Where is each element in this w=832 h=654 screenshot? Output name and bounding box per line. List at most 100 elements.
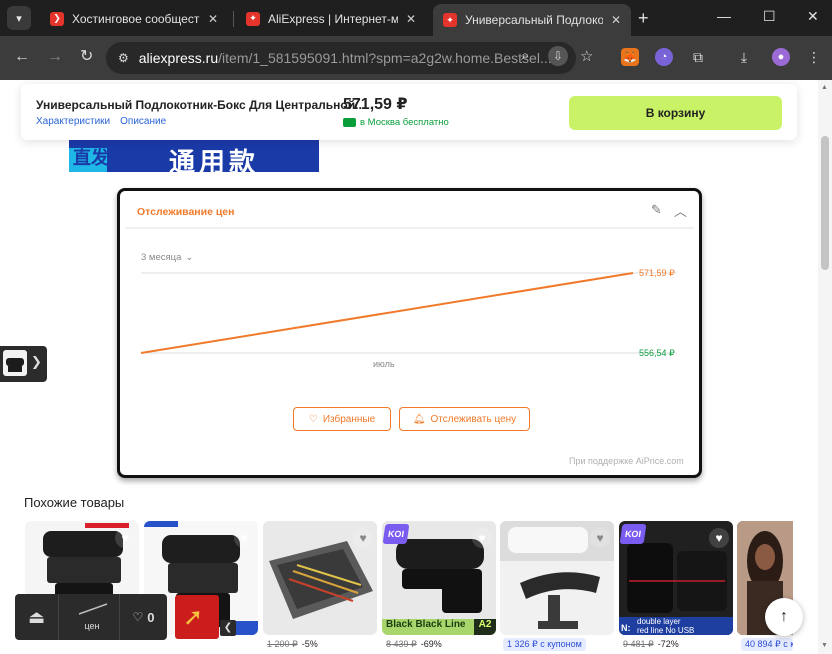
- fox-extension-icon[interactable]: 🦊: [621, 48, 639, 66]
- favorite-heart-icon[interactable]: ♥: [353, 528, 373, 548]
- kebab-menu-icon[interactable]: ⋮: [805, 48, 823, 66]
- image-text-direct: 直发: [73, 148, 109, 169]
- product-card[interactable]: KOI ♥ double layer red line No USB N:: [619, 521, 733, 635]
- product-card[interactable]: ♥: [263, 521, 377, 635]
- armrest-thumb-icon: [6, 358, 24, 372]
- product-price: 571,59 ₽: [343, 96, 408, 113]
- price-tracker-body: 3 месяца ⌄ 571,59 ₽ 556,54 ₽ июль ♡ Избр…: [125, 229, 694, 470]
- page-scrollbar[interactable]: ▲ ▼: [818, 80, 832, 654]
- add-to-cart-button[interactable]: В корзину: [569, 96, 782, 130]
- url-host: aliexpress.ru: [138, 50, 219, 66]
- tab-product[interactable]: ✦ Универсальный Подлокотн ✕: [433, 4, 631, 36]
- close-icon[interactable]: ✕: [406, 12, 416, 26]
- old-price: 8 439 ₽: [386, 639, 417, 649]
- window-close-icon[interactable]: ✕: [807, 8, 819, 25]
- browser-toolbar: ← → ↻ ⚙ aliexpress.ru /item/1_581595091.…: [0, 36, 832, 80]
- close-icon[interactable]: ✕: [611, 13, 621, 27]
- aliexpress-favicon-icon: ✦: [246, 11, 260, 26]
- close-icon[interactable]: ✕: [208, 12, 218, 26]
- link-description[interactable]: Описание: [120, 116, 166, 127]
- favorite-heart-icon[interactable]: ♥: [472, 528, 492, 548]
- bell-icon: 🔔︎: [412, 413, 426, 425]
- price-series-line: [140, 272, 634, 354]
- product-title: Универсальный Подлокотник-Бокс Для Центр…: [36, 98, 366, 112]
- card-old-price: 8 439 ₽ -69%: [386, 639, 442, 650]
- heart-icon: ♡: [308, 413, 318, 425]
- price-tracker-title: Отслеживание цен: [137, 206, 235, 218]
- extensions-puzzle-icon[interactable]: ⧉: [689, 48, 707, 66]
- side-widget-tab[interactable]: ❯: [0, 346, 47, 382]
- old-price: 9 481 ₽: [623, 639, 654, 649]
- favorites-button[interactable]: ♡ Избранные: [293, 407, 391, 431]
- profile-avatar[interactable]: ●: [772, 48, 790, 66]
- link-characteristics[interactable]: Характеристики: [36, 116, 110, 127]
- coupon-badge: 1 326 ₽ с купоном: [503, 638, 586, 651]
- install-app-icon[interactable]: ⇩: [548, 46, 568, 66]
- maximize-icon[interactable]: ☐: [763, 8, 776, 25]
- product-card[interactable]: KOI ♥ Black Black Line A2: [382, 521, 496, 635]
- value-label-max: 571,59 ₽: [639, 268, 675, 278]
- promo-tile[interactable]: ➚: [175, 595, 219, 639]
- minimize-icon[interactable]: —: [717, 8, 731, 24]
- track-price-button[interactable]: 🔔︎ Отслеживать цену: [399, 407, 530, 431]
- product-card[interactable]: ♥: [500, 521, 614, 635]
- collapse-chevron-icon[interactable]: ︿: [674, 201, 687, 220]
- favorites-counter[interactable]: ♡ 0: [119, 594, 167, 640]
- favorites-label: Избранные: [322, 413, 376, 425]
- powered-by-text: При поддержке AiPrice.com: [569, 456, 684, 466]
- tab-divider: [233, 11, 234, 27]
- zoom-search-icon[interactable]: ⌕: [521, 47, 529, 64]
- sticky-product-header: Универсальный Подлокотник-Бокс Для Центр…: [21, 84, 797, 140]
- band-line-1: double layer: [637, 617, 681, 626]
- favorite-heart-icon[interactable]: ♥: [709, 528, 729, 548]
- tab-title: Хостинговое сообщество «: [72, 11, 200, 26]
- tab-title: Универсальный Подлокотн: [465, 13, 603, 27]
- tab-hosting[interactable]: ❯ Хостинговое сообщество « ✕: [40, 5, 228, 32]
- track-price-label: Отслеживать цену: [430, 413, 517, 425]
- card-old-price: 9 481 ₽ -72%: [623, 639, 679, 650]
- chevron-right-icon[interactable]: ❯: [31, 354, 42, 370]
- price-chart: 571,59 ₽ 556,54 ₽ июль: [140, 268, 677, 369]
- download-icon[interactable]: ⤓: [735, 48, 753, 66]
- address-bar[interactable]: ⚙ aliexpress.ru /item/1_581595091.html?s…: [106, 42, 576, 74]
- new-tab-icon[interactable]: +: [638, 9, 649, 27]
- forward-icon[interactable]: →: [47, 48, 63, 66]
- band-line-2: red line No USB: [637, 626, 695, 635]
- image-text-universal: 通用款: [169, 148, 260, 172]
- site-info-icon[interactable]: ⚙: [118, 51, 129, 65]
- tab-aliexpress-home[interactable]: ✦ AliExpress | Интернет-магаз ✕: [236, 5, 426, 32]
- model-code: A2: [474, 619, 496, 635]
- ghost-extension-icon[interactable]: ◔: [655, 48, 673, 66]
- chevron-left-icon[interactable]: ❮: [220, 620, 236, 636]
- tab-bar: ▾ ❯ Хостинговое сообщество « ✕ ✦ AliExpr…: [0, 0, 832, 36]
- aiprice-widget-bar: ⏏ цен ♡ 0: [15, 594, 167, 640]
- scrollbar-thumb[interactable]: [821, 136, 829, 270]
- scroll-to-top-button[interactable]: ↑: [765, 598, 803, 636]
- arrow-up-icon: ↑: [780, 608, 788, 625]
- heart-icon: ♡: [132, 610, 144, 624]
- mini-chart-line: [78, 603, 108, 615]
- trend-arrow-icon: ➚: [183, 604, 204, 631]
- favorite-heart-icon[interactable]: ♥: [115, 528, 135, 548]
- koi-badge: KOI: [382, 524, 410, 544]
- favorite-heart-icon[interactable]: ♥: [590, 528, 610, 548]
- page-viewport: 直发 通用款 Универсальный Подлокотник-Бокс Дл…: [0, 80, 818, 654]
- truck-icon: [343, 118, 356, 127]
- home-eject-icon[interactable]: ⏏: [15, 594, 59, 640]
- side-widget-thumbnail: [3, 350, 27, 376]
- price-tracker-header: Отслеживание цен ✎ ︿: [125, 196, 694, 228]
- edit-pencil-icon[interactable]: ✎: [651, 202, 662, 218]
- x-tick-label: июль: [373, 359, 395, 369]
- similar-products-title: Похожие товары: [24, 495, 125, 510]
- tab-title: AliExpress | Интернет-магаз: [268, 11, 398, 26]
- reload-icon[interactable]: ↻: [80, 48, 93, 66]
- scroll-up-icon[interactable]: ▲: [821, 84, 828, 91]
- bookmark-star-icon[interactable]: ☆: [580, 47, 593, 65]
- favorite-heart-icon[interactable]: ♥: [234, 528, 254, 548]
- discount: -72%: [657, 639, 679, 649]
- product-section-links: Характеристики Описание: [36, 116, 166, 127]
- back-icon[interactable]: ←: [14, 48, 30, 66]
- scroll-down-icon[interactable]: ▼: [821, 642, 828, 649]
- mini-price-chart[interactable]: цен: [65, 594, 119, 640]
- tab-search-icon[interactable]: ▾: [7, 6, 31, 30]
